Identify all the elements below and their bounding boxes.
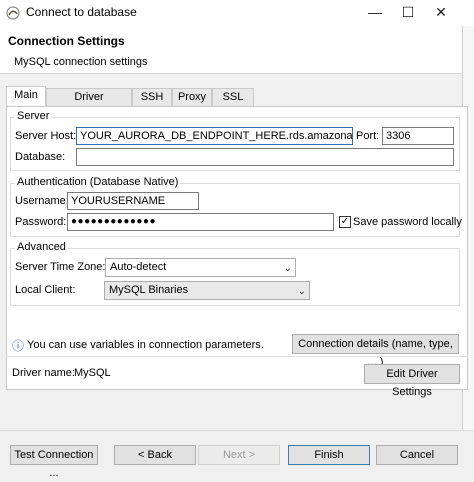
username-input[interactable]: YOURUSERNAME — [67, 192, 199, 210]
tab-ssh[interactable]: SSH — [132, 88, 172, 106]
tab-ssl[interactable]: SSL — [212, 88, 254, 106]
local-client-value: MySQL Binaries — [109, 284, 189, 296]
save-password-label: Save password locally — [353, 216, 462, 228]
local-client-select[interactable]: MySQL Binaries ⌄ — [104, 281, 310, 300]
test-connection-button[interactable]: Test Connection ... — [10, 445, 98, 479]
separator — [6, 356, 468, 357]
tab-proxy[interactable]: Proxy — [172, 88, 212, 106]
cancel-button[interactable]: Cancel — [376, 445, 458, 465]
connection-details-button[interactable]: Connection details (name, type, ... ) — [292, 334, 459, 368]
edit-driver-settings-button[interactable]: Edit Driver Settings — [364, 364, 460, 398]
tab-main[interactable]: Main — [6, 86, 46, 106]
dialog-title: Connection Settings — [8, 34, 125, 48]
chevron-down-icon: ⌄ — [283, 263, 292, 274]
timezone-label: Server Time Zone: — [15, 261, 106, 273]
port-input[interactable]: 3306 — [382, 127, 454, 145]
auth-legend: Authentication (Database Native) — [15, 176, 181, 188]
password-label: Password: — [15, 216, 67, 228]
password-input[interactable]: ●●●●●●●●●●●●● — [67, 213, 334, 231]
timezone-value: Auto-detect — [110, 261, 167, 273]
local-client-label: Local Client: — [15, 284, 76, 296]
server-host-input[interactable]: YOUR_AURORA_DB_ENDPOINT_HERE.rds.amazona… — [76, 127, 353, 145]
tab-driver-properties[interactable]: Driver properties — [46, 88, 132, 120]
next-button[interactable]: Next > — [198, 445, 280, 465]
chevron-down-icon: ⌄ — [297, 286, 306, 297]
advanced-legend: Advanced — [15, 241, 68, 253]
username-label: Username: — [15, 195, 69, 207]
finish-button[interactable]: Finish — [288, 445, 370, 465]
variables-info-text: You can use variables in connection para… — [27, 339, 264, 351]
server-host-label: Server Host: — [15, 130, 77, 142]
database-input[interactable] — [76, 148, 454, 166]
server-legend: Server — [15, 110, 52, 122]
window-title: Connect to database — [26, 5, 137, 19]
back-button[interactable]: < Back — [114, 445, 196, 465]
app-icon — [6, 6, 20, 20]
maximize-button[interactable]: ☐ — [392, 0, 424, 26]
info-icon: ⓘ — [12, 339, 25, 353]
port-label: Port: — [356, 130, 380, 142]
timezone-select[interactable]: Auto-detect ⌄ — [105, 258, 296, 277]
close-button[interactable]: ✕ — [425, 0, 457, 26]
save-password-checkbox[interactable]: ✓ — [339, 216, 351, 228]
minimize-button[interactable]: — — [359, 0, 391, 26]
dialog-subtitle: MySQL connection settings — [14, 56, 148, 68]
driver-name-value: MySQL — [74, 367, 111, 379]
driver-name-label: Driver name: — [12, 367, 75, 379]
database-label: Database: — [15, 151, 66, 163]
